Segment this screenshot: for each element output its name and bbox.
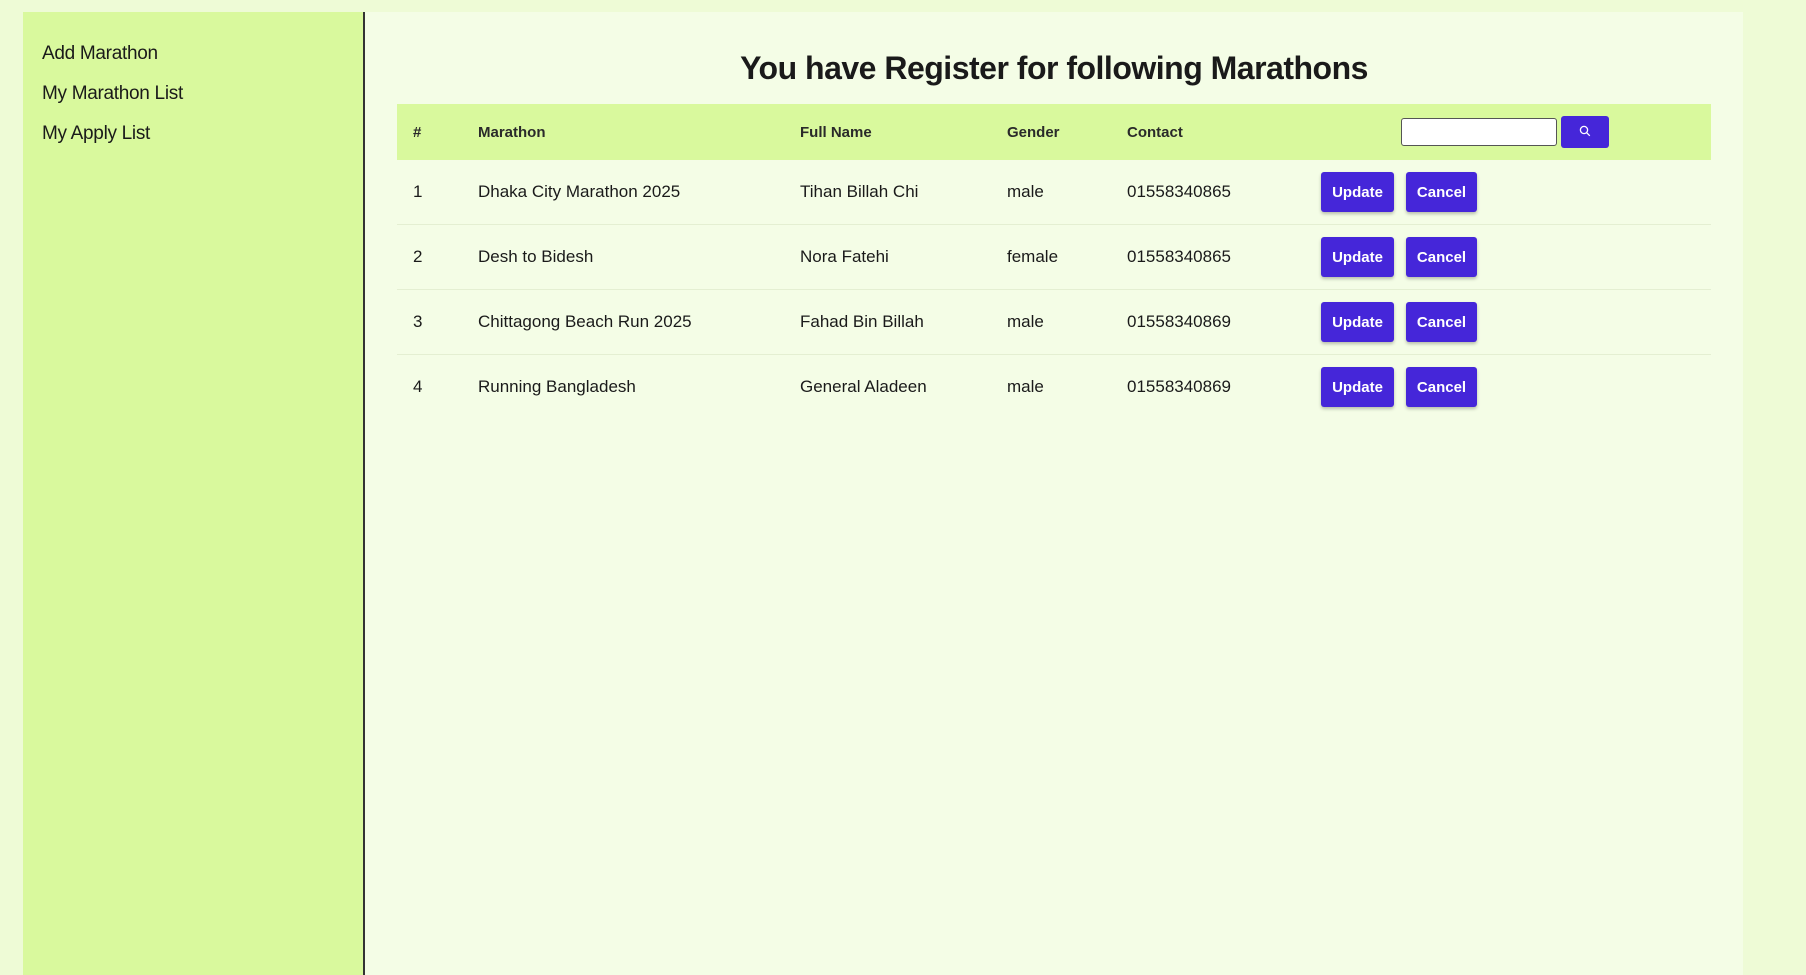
full-name: Fahad Bin Billah	[800, 289, 1007, 355]
full-name: General Aladeen	[800, 377, 927, 396]
contact: 01558340865	[1127, 224, 1321, 290]
search-icon	[1579, 124, 1591, 140]
row-actions: Update Cancel	[1321, 355, 1711, 420]
row-actions: Update Cancel	[1321, 289, 1711, 355]
row-number: 3	[397, 289, 478, 355]
page-title: You have Register for following Marathon…	[740, 50, 1368, 86]
search-input[interactable]	[1401, 118, 1557, 146]
update-button[interactable]: Update	[1321, 237, 1394, 277]
marathon-name: Chittagong Beach Run 2025	[478, 289, 800, 355]
cancel-button[interactable]: Cancel	[1406, 367, 1477, 407]
table-row: 4 Running Bangladesh General Aladeen mal…	[397, 355, 1711, 420]
update-button[interactable]: Update	[1321, 172, 1394, 212]
table-row: 1 Dhaka City Marathon 2025 Tihan Billah …	[397, 160, 1711, 225]
contact: 01558340869	[1127, 377, 1232, 396]
sidebar-item-my-marathon-list[interactable]: My Marathon List	[23, 74, 363, 114]
table-row: 3 Chittagong Beach Run 2025 Fahad Bin Bi…	[397, 289, 1711, 355]
row-number: 1	[397, 160, 478, 225]
full-name: Tihan Billah Chi	[800, 160, 1007, 225]
search-bar	[1321, 116, 1711, 148]
column-header-contact: Contact	[1127, 123, 1183, 141]
marathon-name: Dhaka City Marathon 2025	[478, 160, 800, 225]
column-header-number: #	[413, 123, 422, 141]
column-header-gender: Gender	[1007, 123, 1060, 141]
full-name: Nora Fatehi	[800, 224, 1007, 290]
main-content: You have Register for following Marathon…	[365, 12, 1743, 975]
search-button[interactable]	[1561, 116, 1609, 148]
registrations-table: # Marathon Full Name Gender Contact 1 Dh…	[397, 104, 1711, 419]
row-number: 4	[413, 377, 423, 396]
gender: male	[1007, 289, 1127, 355]
marathon-name: Running Bangladesh	[478, 377, 636, 396]
gender: male	[1007, 160, 1127, 225]
contact: 01558340865	[1127, 160, 1321, 225]
gender: male	[1007, 377, 1044, 396]
row-number: 2	[397, 224, 478, 290]
update-button[interactable]: Update	[1321, 302, 1394, 342]
cancel-button[interactable]: Cancel	[1406, 172, 1477, 212]
column-header-marathon: Marathon	[478, 123, 546, 141]
cancel-button[interactable]: Cancel	[1406, 302, 1477, 342]
sidebar-item-add-marathon[interactable]: Add Marathon	[23, 34, 363, 74]
search-cell	[1321, 104, 1711, 160]
update-button[interactable]: Update	[1321, 367, 1394, 407]
sidebar: Add Marathon My Marathon List My Apply L…	[23, 12, 365, 975]
contact: 01558340869	[1127, 289, 1321, 355]
cancel-button[interactable]: Cancel	[1406, 237, 1477, 277]
marathon-name: Desh to Bidesh	[478, 224, 800, 290]
row-actions: Update Cancel	[1321, 160, 1711, 225]
table-row: 2 Desh to Bidesh Nora Fatehi female 0155…	[397, 224, 1711, 290]
app-frame: Add Marathon My Marathon List My Apply L…	[23, 12, 1743, 975]
column-header-full-name: Full Name	[800, 123, 872, 141]
row-actions: Update Cancel	[1321, 224, 1711, 290]
table-header-row: # Marathon Full Name Gender Contact	[397, 104, 1711, 160]
sidebar-item-my-apply-list[interactable]: My Apply List	[23, 114, 363, 154]
gender: female	[1007, 224, 1127, 290]
